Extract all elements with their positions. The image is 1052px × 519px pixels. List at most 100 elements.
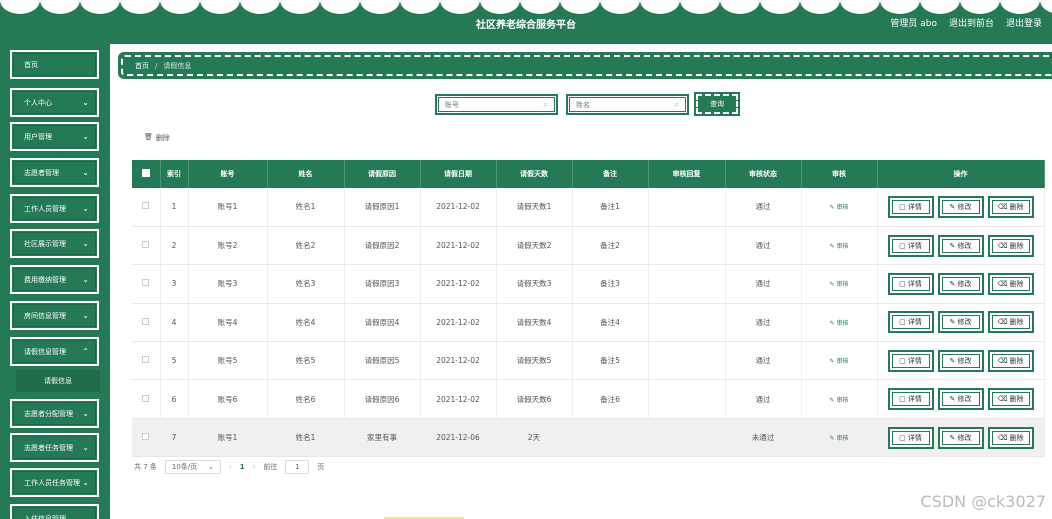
audit-link[interactable]: ✎ 审核 <box>830 358 849 365</box>
sidebar-item[interactable]: 费用缴纳管理 ⌄ <box>10 265 99 294</box>
column-header: 索引 <box>160 160 189 188</box>
edit-button-label: 修改 <box>957 395 972 404</box>
sidebar-item[interactable]: 志愿者管理 ⌄ <box>10 158 99 187</box>
back-to-front-link[interactable]: 退出到前台 <box>949 16 994 29</box>
delete-button[interactable]: ⌫ 删除 <box>987 388 1034 411</box>
edit-button[interactable]: ✎ 修改 <box>937 311 984 334</box>
delete-button[interactable]: ⌫ 删除 <box>987 195 1034 218</box>
audit-link[interactable]: ✎ 审核 <box>830 204 849 211</box>
sidebar-item[interactable]: 用户管理 ⌄ <box>10 122 99 151</box>
trash-icon: ⌫ <box>997 433 1010 442</box>
scallop-shape <box>600 0 640 14</box>
detail-button[interactable]: ▢ 详情 <box>887 195 934 218</box>
table-row: 4 账号4 姓名4 请假原因4 2021-12-02 请假天数4 备注4 通过 ✎ 审核 ▢ 详情… <box>132 303 1045 343</box>
name-search-input[interactable] <box>576 100 675 109</box>
column-header: 审核 <box>801 160 878 188</box>
next-page-icon[interactable]: › <box>253 463 256 471</box>
batch-delete-button[interactable]: 🗑 删除 <box>144 133 170 143</box>
edit-button[interactable]: ✎ 修改 <box>937 388 984 411</box>
sidebar-item[interactable]: 志愿者分配管理 ⌄ <box>10 399 99 428</box>
pencil-icon: ✎ <box>949 279 958 288</box>
sidebar-item[interactable]: 房间信息管理 ⌄ <box>10 301 99 330</box>
audit-link[interactable]: ✎ 审核 <box>830 435 849 442</box>
detail-button-label: 详情 <box>907 318 922 327</box>
goto-page-input[interactable]: 1 <box>285 460 310 474</box>
audit-link[interactable]: ✎ 审核 <box>830 397 849 404</box>
pencil-icon: ✎ <box>949 202 958 211</box>
actions-cell: ▢ 详情 ✎ 修改 ⌫ 删除 <box>877 341 1045 381</box>
sidebar-item[interactable]: 志愿者任务管理 ⌄ <box>10 433 99 462</box>
audit-link[interactable]: ✎ 审核 <box>830 320 849 327</box>
page-number[interactable]: 1 <box>240 463 245 471</box>
table-cell: 备注3 <box>572 264 649 304</box>
row-checkbox[interactable] <box>142 279 150 287</box>
sidebar-item[interactable]: 入住信息管理 ⌄ <box>10 504 99 519</box>
row-checkbox[interactable] <box>142 241 150 249</box>
edit-button[interactable]: ✎ 修改 <box>937 195 984 218</box>
sidebar-item-label: 费用缴纳管理 <box>24 275 66 284</box>
sidebar-item[interactable]: 请假信息管理 ⌃ <box>10 337 99 366</box>
select-all-header[interactable] <box>132 160 161 188</box>
delete-button[interactable]: ⌫ 删除 <box>987 272 1034 295</box>
actions-cell: ▢ 详情 ✎ 修改 ⌫ 删除 <box>877 303 1045 343</box>
table-cell: 请假天数6 <box>496 379 573 419</box>
delete-button[interactable]: ⌫ 删除 <box>987 349 1034 372</box>
sidebar-item[interactable]: 社区展示管理 ⌄ <box>10 229 99 258</box>
edit-button[interactable]: ✎ 修改 <box>937 234 984 257</box>
scallop-shape <box>680 0 720 14</box>
delete-button[interactable]: ⌫ 删除 <box>987 426 1034 449</box>
row-checkbox[interactable] <box>142 394 150 402</box>
delete-button[interactable]: ⌫ 删除 <box>987 311 1034 334</box>
scallop-shape <box>880 0 920 14</box>
table-cell: 2021-12-02 <box>420 341 497 381</box>
row-select-cell <box>132 226 161 266</box>
table-cell: 5 <box>160 341 189 381</box>
detail-button[interactable]: ▢ 详情 <box>887 388 934 411</box>
table-cell: 账号3 <box>188 264 268 304</box>
sidebar-item[interactable]: 个人中心 ⌄ <box>10 88 99 117</box>
sidebar-item[interactable]: 首页 <box>10 50 99 79</box>
row-checkbox[interactable] <box>142 356 150 364</box>
scallop-shape <box>280 0 320 14</box>
logout-link[interactable]: 退出登录 <box>1006 16 1042 29</box>
delete-button[interactable]: ⌫ 删除 <box>987 234 1034 257</box>
sidebar-item[interactable]: 工作人员任务管理 ⌄ <box>10 468 99 497</box>
edit-button[interactable]: ✎ 修改 <box>937 272 984 295</box>
table-cell: 7 <box>160 418 189 458</box>
account-search-input[interactable] <box>445 100 544 109</box>
prev-page-icon[interactable]: ‹ <box>229 463 232 471</box>
scallop-shape <box>440 0 480 14</box>
row-checkbox[interactable] <box>142 433 150 441</box>
query-button[interactable]: 查询 <box>694 92 740 116</box>
row-checkbox[interactable] <box>142 317 150 325</box>
sidebar: 首页 个人中心 ⌄ 用户管理 ⌄ 志愿者管理 ⌄ 工作人员管理 ⌄ 社区展示管理 ⌄ 费用缴纳管理 ⌄ 房… <box>0 44 110 519</box>
account-search-field[interactable]: ⌕ <box>435 94 558 115</box>
sidebar-subitem-leave-info[interactable]: 请假信息 <box>16 370 100 392</box>
table-cell: 2021-12-02 <box>420 303 497 343</box>
edit-button[interactable]: ✎ 修改 <box>937 426 984 449</box>
select-all-checkbox[interactable] <box>141 169 150 177</box>
detail-button[interactable]: ▢ 详情 <box>887 311 934 334</box>
breadcrumb-home[interactable]: 首页 <box>135 61 149 71</box>
search-icon: ⌕ <box>674 99 679 109</box>
row-checkbox[interactable] <box>142 202 150 210</box>
name-search-field[interactable]: ⌕ <box>566 94 689 115</box>
total-count: 共 7 条 <box>134 463 157 471</box>
page-size-select[interactable]: 10条/页 ⌄ <box>164 460 221 474</box>
sidebar-item[interactable]: 工作人员管理 ⌄ <box>10 194 99 223</box>
edit-button[interactable]: ✎ 修改 <box>937 349 984 372</box>
column-header: 请假原因 <box>344 160 421 188</box>
detail-button[interactable]: ▢ 详情 <box>887 234 934 257</box>
detail-button[interactable]: ▢ 详情 <box>887 349 934 372</box>
table-cell: 2天 <box>496 418 573 458</box>
header-links: 管理员 abo 退出到前台 退出登录 <box>890 16 1042 29</box>
detail-button[interactable]: ▢ 详情 <box>887 272 934 295</box>
detail-button[interactable]: ▢ 详情 <box>887 426 934 449</box>
actions-cell: ▢ 详情 ✎ 修改 ⌫ 删除 <box>877 188 1045 227</box>
detail-icon: ▢ <box>899 395 908 404</box>
chevron-icon: ⌄ <box>82 478 89 487</box>
audit-link[interactable]: ✎ 审核 <box>830 243 849 250</box>
pencil-icon: ✎ <box>949 318 958 327</box>
audit-link[interactable]: ✎ 审核 <box>830 281 849 288</box>
pencil-icon: ✎ <box>949 395 958 404</box>
